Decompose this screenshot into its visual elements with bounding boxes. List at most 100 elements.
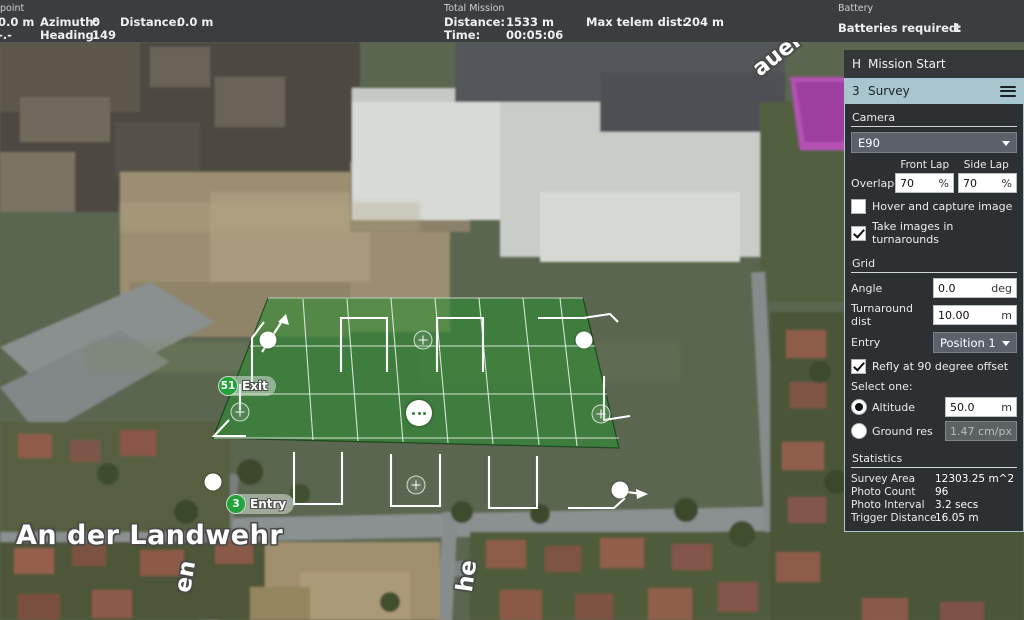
overlap-label: Overlap xyxy=(851,176,895,190)
battery-group-title: Battery xyxy=(838,3,874,14)
chevron-down-icon xyxy=(1002,140,1010,146)
mission-item-panel: H Mission Start 3 Survey Camera E90 Fron… xyxy=(844,50,1024,532)
stat-value: 12303.25 m^2 xyxy=(935,473,1015,485)
entry-select[interactable]: Position 1 xyxy=(933,332,1017,353)
side-lap-header: Side Lap xyxy=(963,159,1009,171)
turnaround-images-label: Take images in turnarounds xyxy=(872,220,954,246)
entry-row: Entry Position 1 xyxy=(851,332,1017,353)
chevron-down-icon xyxy=(1002,340,1010,346)
statistics-section-header: Statistics xyxy=(851,449,1017,468)
statistics-list: Survey Area 12303.25 m^2 Photo Count 96 … xyxy=(851,473,1017,525)
mission-distance-value: 1533 m xyxy=(506,15,554,29)
altitude-value: 50.0 xyxy=(950,400,975,414)
angle-value: 0.0 xyxy=(938,281,956,295)
turnaround-dist-value: 10.00 xyxy=(938,308,970,322)
stat-key: Survey Area xyxy=(851,473,916,485)
waypoint-distance-readout: 0.0 m xyxy=(177,15,214,29)
altitude-row[interactable]: Altitude 50.0 m xyxy=(851,397,1017,417)
hover-capture-checkbox[interactable] xyxy=(851,199,866,214)
front-lap-header: Front Lap xyxy=(900,159,950,171)
entry-selected-value: Position 1 xyxy=(940,335,996,350)
ground-res-value: 1.47 xyxy=(950,424,975,438)
mission-start-index: H xyxy=(852,57,862,71)
overlap-headers: Front Lap Side Lap xyxy=(851,159,1017,171)
side-lap-value: 70 xyxy=(963,176,977,190)
refly-checkbox[interactable] xyxy=(851,359,866,374)
max-telem-dist-value: 204 m xyxy=(684,15,724,29)
angle-row: Angle 0.0 deg xyxy=(851,278,1017,298)
altitude-label: Altitude xyxy=(872,400,915,414)
heading-value: 149 xyxy=(92,28,117,42)
status-group-total-mission: Total Mission Distance: 1533 m Time: 00:… xyxy=(444,0,804,42)
statistics-row: Photo Count 96 xyxy=(851,486,1017,499)
turnaround-dist-unit: m xyxy=(1001,308,1012,322)
mission-distance-label: Distance: xyxy=(444,15,505,29)
front-lap-value: 70 xyxy=(900,176,914,190)
mission-time-label: Time: xyxy=(444,28,481,42)
stat-key: Trigger Distance xyxy=(851,512,937,524)
azimuth-value: 0 xyxy=(92,15,101,29)
status-bar: point 0.0 m -.- Azimuth: 0 Heading: 149 … xyxy=(0,0,1024,42)
waypoint-distance-label: Distance: xyxy=(120,15,181,29)
batteries-required-label: Batteries required: xyxy=(838,21,962,35)
heading-label: Heading: xyxy=(40,28,99,42)
select-one-label: Select one: xyxy=(851,380,913,393)
altitude-radio[interactable] xyxy=(851,399,867,415)
turnaround-images-row[interactable]: Take images in turnarounds xyxy=(851,220,1017,246)
mission-planner-window: An der Landwehr auer-All he en xyxy=(0,0,1024,620)
stat-value: 16.05 m xyxy=(935,512,979,524)
hamburger-icon[interactable] xyxy=(1000,85,1016,97)
camera-select[interactable]: E90 xyxy=(851,132,1017,153)
stat-value: 96 xyxy=(935,486,949,498)
batteries-required-value: 1 xyxy=(953,21,962,35)
angle-label: Angle xyxy=(851,281,883,295)
waypoint-group-title: point xyxy=(0,3,25,14)
stat-key: Photo Count xyxy=(851,486,916,498)
hover-capture-row[interactable]: Hover and capture image xyxy=(851,199,1017,214)
status-group-waypoint: point 0.0 m -.- Azimuth: 0 Heading: 149 … xyxy=(0,0,392,42)
status-group-battery: Battery Batteries required: 1 xyxy=(838,0,1024,42)
survey-index: 3 xyxy=(852,84,860,98)
turnaround-dist-row: Turnaround dist 10.00 m xyxy=(851,302,1017,328)
ground-res-input[interactable]: 1.47 cm/px xyxy=(945,421,1017,441)
angle-input[interactable]: 0.0 deg xyxy=(933,278,1017,298)
front-lap-unit: % xyxy=(938,176,949,190)
waypoint-distance-value: 0.0 m xyxy=(0,15,35,29)
survey-item-header[interactable]: 3 Survey xyxy=(844,78,1024,104)
angle-unit: deg xyxy=(991,281,1012,295)
mission-time-value: 00:05:06 xyxy=(506,28,564,42)
refly-label: Refly at 90 degree offset xyxy=(872,360,1009,373)
survey-settings-body: Camera E90 Front Lap Side Lap Overlap 70… xyxy=(844,104,1024,532)
front-lap-input[interactable]: 70 % xyxy=(895,173,954,193)
statistics-row: Survey Area 12303.25 m^2 xyxy=(851,473,1017,486)
mission-start-label: Mission Start xyxy=(868,57,946,71)
camera-selected-value: E90 xyxy=(858,135,880,150)
hover-capture-label: Hover and capture image xyxy=(872,200,1013,213)
ground-res-row[interactable]: Ground res 1.47 cm/px xyxy=(851,421,1017,441)
stat-key: Photo Interval xyxy=(851,499,925,511)
side-lap-input[interactable]: 70 % xyxy=(958,173,1017,193)
max-telem-dist-label: Max telem dist: xyxy=(586,15,687,29)
ground-res-radio[interactable] xyxy=(851,423,867,439)
waypoint-secondary-value: -.- xyxy=(0,28,12,42)
camera-section-header: Camera xyxy=(851,108,1017,127)
refly-row[interactable]: Refly at 90 degree offset xyxy=(851,359,1017,374)
turnaround-dist-label: Turnaround dist xyxy=(851,302,913,328)
statistics-row: Trigger Distance 16.05 m xyxy=(851,512,1017,525)
ground-res-label: Ground res xyxy=(872,424,933,438)
statistics-row: Photo Interval 3.2 secs xyxy=(851,499,1017,512)
altitude-input[interactable]: 50.0 m xyxy=(945,397,1017,417)
grid-section-header: Grid xyxy=(851,254,1017,273)
side-lap-unit: % xyxy=(1001,176,1012,190)
stat-value: 3.2 secs xyxy=(935,499,979,511)
ground-res-unit: cm/px xyxy=(978,424,1012,438)
mission-start-item[interactable]: H Mission Start xyxy=(844,50,1024,78)
survey-title: Survey xyxy=(868,84,910,98)
altitude-unit: m xyxy=(1001,400,1012,414)
turnaround-dist-input[interactable]: 10.00 m xyxy=(933,305,1017,325)
total-mission-title: Total Mission xyxy=(444,3,505,14)
azimuth-label: Azimuth: xyxy=(40,15,98,29)
overlap-row: Overlap 70 % 70 % xyxy=(851,173,1017,193)
turnaround-images-checkbox[interactable] xyxy=(851,225,866,241)
entry-label: Entry xyxy=(851,336,881,349)
